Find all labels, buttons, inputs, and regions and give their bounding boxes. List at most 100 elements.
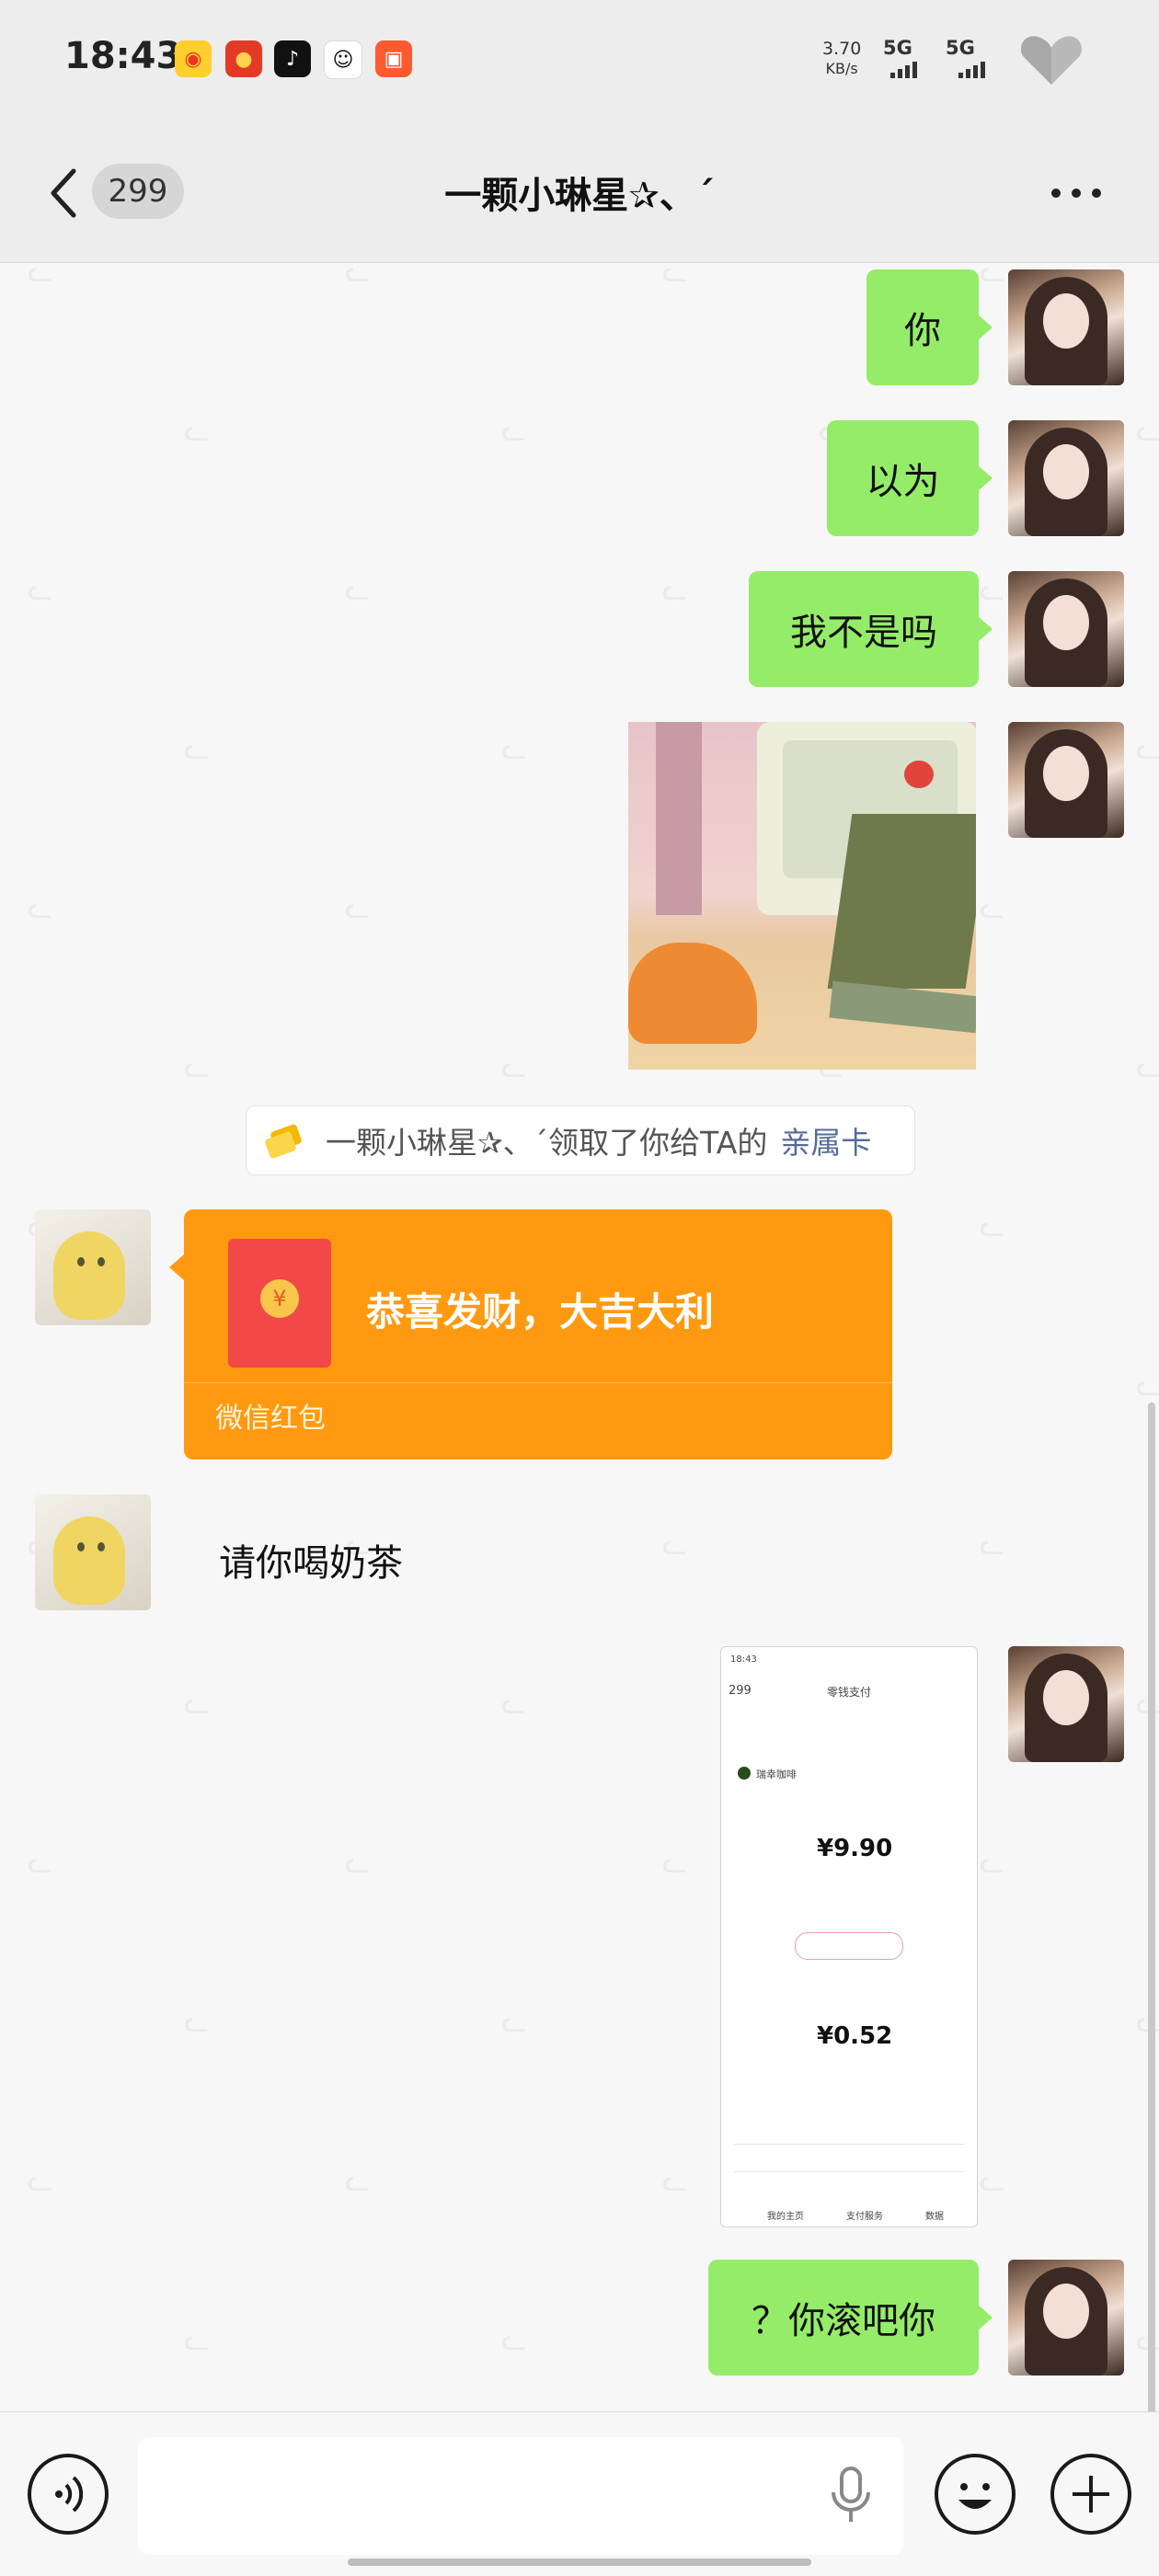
chat-title: 一颗小琳星✰、ˊ — [444, 175, 715, 217]
status-bar: 18:43 ◉ ● ♪ ☺ ▣ 3.70 KB/s 5G 5G — [0, 0, 1159, 129]
kuaishou-icon: ▣ — [375, 40, 412, 77]
thumb-tab-3: 数据 — [925, 2212, 944, 2222]
image-detail — [656, 722, 702, 915]
image-detail — [904, 761, 934, 788]
back-button[interactable] — [46, 166, 79, 224]
cat-pattern-icon: ᓚ — [184, 1049, 210, 1084]
avatar-me[interactable] — [1008, 2260, 1124, 2376]
cat-pattern-icon: ᓚ — [501, 2004, 527, 2039]
bubble-tail — [978, 465, 993, 491]
cat-pattern-icon: ᓚ — [184, 2322, 210, 2357]
cat-pattern-icon: ᓚ — [345, 890, 371, 925]
divider — [734, 2171, 964, 2172]
cat-pattern-icon: ᓚ — [980, 1208, 1005, 1243]
message-text: ？你滚吧你 — [752, 2300, 935, 2342]
net-speed: 3.70 KB/s — [822, 39, 861, 79]
heart-battery-icon — [1019, 33, 1084, 90]
bubble-tail — [169, 1254, 184, 1280]
signal-bars-1-icon — [890, 61, 920, 78]
scrollbar[interactable] — [1148, 1402, 1155, 2414]
voice-toggle-icon[interactable] — [28, 2454, 109, 2535]
cat-pattern-icon: ᓚ — [1136, 731, 1159, 766]
thumb-merchant: 瑞幸咖啡 — [756, 1769, 797, 1780]
message-text: 以为 — [866, 461, 940, 503]
cat-pattern-icon: ᓚ — [662, 2163, 688, 2198]
plus-icon[interactable] — [1050, 2454, 1131, 2535]
message-text-them[interactable]: 请你喝奶茶 — [219, 1533, 403, 1586]
net-speed-value: 3.70 — [822, 39, 862, 59]
cat-pattern-icon: ᓚ — [28, 890, 53, 925]
bubble-tail — [978, 616, 993, 642]
red-packet-label: 微信红包 — [215, 1402, 326, 1435]
avatar-me[interactable] — [1008, 1646, 1124, 1762]
cat-pattern-icon: ᓚ — [184, 2004, 210, 2039]
image-detail — [829, 980, 976, 1034]
family-card-icon — [263, 1122, 304, 1159]
thumb-decoration — [795, 1932, 903, 1960]
tiktok-icon: ♪ — [274, 40, 311, 77]
cat-pattern-icon: ᓚ — [501, 413, 527, 448]
divider — [734, 2144, 964, 2145]
thumb-header: 零钱支付 — [827, 1686, 872, 1699]
cat-pattern-icon: ᓚ — [345, 1845, 371, 1880]
net-speed-unit: KB/s — [825, 60, 858, 77]
image-detail — [827, 814, 976, 989]
cat-pattern-icon: ᓚ — [345, 2163, 371, 2198]
signal-label-2: 5G — [946, 37, 975, 59]
avatar-them[interactable] — [35, 1494, 151, 1610]
cat-pattern-icon: ᓚ — [980, 890, 1005, 925]
cat-pattern-icon: ᓚ — [1136, 1049, 1159, 1084]
message-bubble-me[interactable]: 以为 — [827, 420, 979, 536]
more-dots-icon[interactable] — [1049, 175, 1104, 215]
message-input[interactable] — [138, 2437, 903, 2555]
yuan-coin-icon: ¥ — [260, 1279, 299, 1318]
cat-pattern-icon: ᓚ — [662, 1527, 688, 1562]
signal-bars-2-icon — [958, 61, 988, 78]
message-bubble-me[interactable]: 你 — [866, 269, 979, 385]
family-card-link[interactable]: 亲属卡 — [780, 1118, 871, 1162]
avatar-me[interactable] — [1008, 420, 1124, 536]
message-image[interactable] — [628, 722, 976, 1070]
thumb-amount-2: ¥0.52 — [817, 2022, 893, 2050]
message-bubble-me[interactable]: ？你滚吧你 — [708, 2260, 979, 2376]
emoji-icon[interactable] — [935, 2454, 1016, 2535]
cat-pattern-icon: ᓚ — [345, 263, 371, 289]
cat-pattern-icon: ᓚ — [28, 572, 53, 607]
cat-pattern-icon: ᓚ — [184, 1686, 210, 1721]
thumb-merchant-icon — [738, 1767, 751, 1780]
avatar-me[interactable] — [1008, 571, 1124, 687]
system-notice-text: 一颗小琳星✰、ˊ领取了你给TA的 — [326, 1125, 768, 1161]
cat-pattern-icon: ᓚ — [501, 731, 527, 766]
message-text: 你 — [904, 310, 941, 352]
cat-pattern-icon: ᓚ — [28, 1845, 53, 1880]
image-detail — [628, 943, 757, 1044]
cat-pattern-icon: ᓚ — [501, 1686, 527, 1721]
cat-pattern-icon: ᓚ — [28, 263, 53, 289]
red-packet-title: 恭喜发财，大吉大利 — [366, 1289, 715, 1334]
cat-pattern-icon: ᓚ — [184, 413, 210, 448]
home-indicator[interactable] — [348, 2559, 811, 2566]
avatar-them[interactable] — [35, 1209, 151, 1325]
avatar-me[interactable] — [1008, 269, 1124, 385]
cat-pattern-icon: ᓚ — [345, 572, 371, 607]
signal-label-1: 5G — [883, 37, 912, 59]
message-text: 我不是吗 — [790, 612, 937, 654]
thumb-amount-1: ¥9.90 — [817, 1835, 893, 1862]
weibo-icon: ◉ — [175, 40, 212, 77]
cat-pattern-icon: ᓚ — [28, 2163, 53, 2198]
cat-pattern-icon: ᓚ — [980, 2163, 1005, 2198]
thumb-tab-2: 支付服务 — [846, 2212, 883, 2222]
message-bubble-me[interactable]: 我不是吗 — [749, 571, 979, 687]
thumb-badge: 299 — [729, 1684, 752, 1698]
system-notice: 一颗小琳星✰、ˊ领取了你给TA的 亲属卡 — [246, 1105, 915, 1175]
red-packet-card[interactable]: ¥ 恭喜发财，大吉大利 微信红包 — [184, 1209, 892, 1460]
divider — [184, 1382, 892, 1383]
microphone-icon[interactable] — [828, 2465, 874, 2533]
cat-pattern-icon: ᓚ — [184, 731, 210, 766]
qq-icon: ☺ — [324, 40, 362, 79]
unread-count-badge[interactable]: 299 — [92, 164, 184, 219]
cat-pattern-icon: ᓚ — [662, 1845, 688, 1880]
message-screenshot[interactable]: 18:43 299 零钱支付 瑞幸咖啡 ¥9.90 ¥0.52 我的主页 支付服… — [720, 1646, 978, 2227]
avatar-me[interactable] — [1008, 722, 1124, 838]
cat-pattern-icon: ᓚ — [501, 1049, 527, 1084]
